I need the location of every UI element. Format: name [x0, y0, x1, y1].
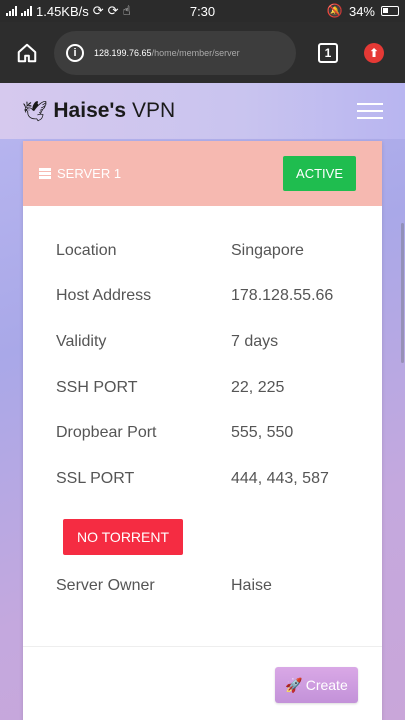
brand-name-rest: VPN	[126, 99, 176, 122]
server-icon	[39, 168, 51, 179]
card-divider	[23, 646, 382, 647]
home-icon	[17, 43, 37, 62]
hamburger-line	[357, 103, 383, 105]
url-path: /home/member/server	[151, 47, 240, 58]
tabs-button[interactable]: 1	[318, 42, 338, 63]
mute-bell-icon: 🔕	[326, 3, 343, 18]
sync-icon-2: ⟳	[107, 3, 119, 18]
server-card: SERVER 1 ACTIVE Location Singapore Host …	[23, 141, 382, 720]
info-row-ssh: SSH PORT 22, 225	[56, 365, 349, 411]
hamburger-line	[357, 110, 383, 112]
card-title: SERVER 1	[39, 166, 121, 181]
address-bar[interactable]: i 128.199.76.65/home/member/server	[54, 30, 296, 75]
info-row-validity: Validity 7 days	[56, 319, 349, 365]
page-scrollbar[interactable]	[401, 223, 404, 363]
card-header: SERVER 1 ACTIVE	[23, 141, 382, 206]
ssl-port-label: SSL PORT	[56, 469, 135, 487]
signal-icon	[6, 6, 17, 16]
battery-percent: 34%	[348, 3, 375, 19]
hamburger-line	[357, 117, 383, 119]
info-row-host: Host Address 178.128.55.66	[56, 274, 349, 320]
info-row-ssl: SSL PORT 444, 443, 587	[56, 456, 349, 502]
status-time: 7:30	[189, 3, 216, 19]
bird-icon: 🕊	[22, 100, 48, 123]
dropbear-port-label: Dropbear Port	[56, 424, 157, 442]
menu-toggle-button[interactable]	[357, 103, 383, 119]
signal-icon-2	[21, 6, 32, 16]
home-button[interactable]	[12, 38, 42, 68]
rocket-icon: 🚀	[285, 676, 303, 693]
info-row-owner: Server Owner Haise	[56, 577, 349, 595]
create-button[interactable]: 🚀 Create	[275, 667, 358, 703]
dropbear-port-value: 555, 550	[231, 424, 294, 442]
page-content: 🕊 Haise's VPN SERVER 1 ACTIVE Location S…	[0, 83, 405, 720]
location-value: Singapore	[231, 241, 304, 259]
validity-label: Validity	[56, 332, 107, 350]
validity-value: 7 days	[231, 332, 279, 350]
server-info-table: Location Singapore Host Address 178.128.…	[23, 206, 382, 502]
status-left: 1.45KB/s ⟳ ⟳ ☝	[6, 3, 327, 19]
url-text: 128.199.76.65/home/member/server	[94, 48, 240, 58]
sync-icon: ⟳	[92, 3, 104, 18]
server-title: SERVER 1	[57, 166, 122, 181]
host-value: 178.128.55.66	[231, 287, 334, 305]
no-torrent-badge: NO TORRENT	[63, 518, 184, 555]
update-button[interactable]: ⬆	[364, 42, 384, 63]
host-label: Host Address	[56, 287, 152, 305]
brand-logo[interactable]: 🕊 Haise's VPN	[22, 99, 357, 124]
info-row-location: Location Singapore	[56, 228, 349, 274]
browser-toolbar: i 128.199.76.65/home/member/server 1 ⬆	[0, 22, 405, 83]
arrow-up-icon: ⬆	[368, 45, 380, 60]
hand-icon: ☝	[122, 3, 131, 18]
site-navbar: 🕊 Haise's VPN	[0, 83, 405, 139]
battery-icon	[381, 6, 399, 16]
status-right: 🔕 34%	[327, 3, 399, 19]
status-bar: 1.45KB/s ⟳ ⟳ ☝ 7:30 🔕 34%	[0, 0, 405, 22]
ssl-port-value: 444, 443, 587	[231, 469, 329, 487]
network-speed: 1.45KB/s	[36, 3, 89, 19]
info-icon[interactable]: i	[66, 43, 84, 62]
ssh-port-label: SSH PORT	[56, 378, 138, 396]
owner-row: Server Owner Haise	[23, 555, 382, 595]
url-host: 128.199.76.65	[94, 47, 152, 58]
create-label: Create	[305, 677, 348, 693]
owner-label: Server Owner	[56, 576, 155, 594]
location-label: Location	[56, 241, 117, 259]
brand-name-bold: Haise's	[53, 99, 127, 122]
status-badge: ACTIVE	[283, 156, 356, 191]
info-row-dropbear: Dropbear Port 555, 550	[56, 410, 349, 456]
ssh-port-value: 22, 225	[231, 378, 285, 396]
owner-value: Haise	[231, 576, 272, 594]
